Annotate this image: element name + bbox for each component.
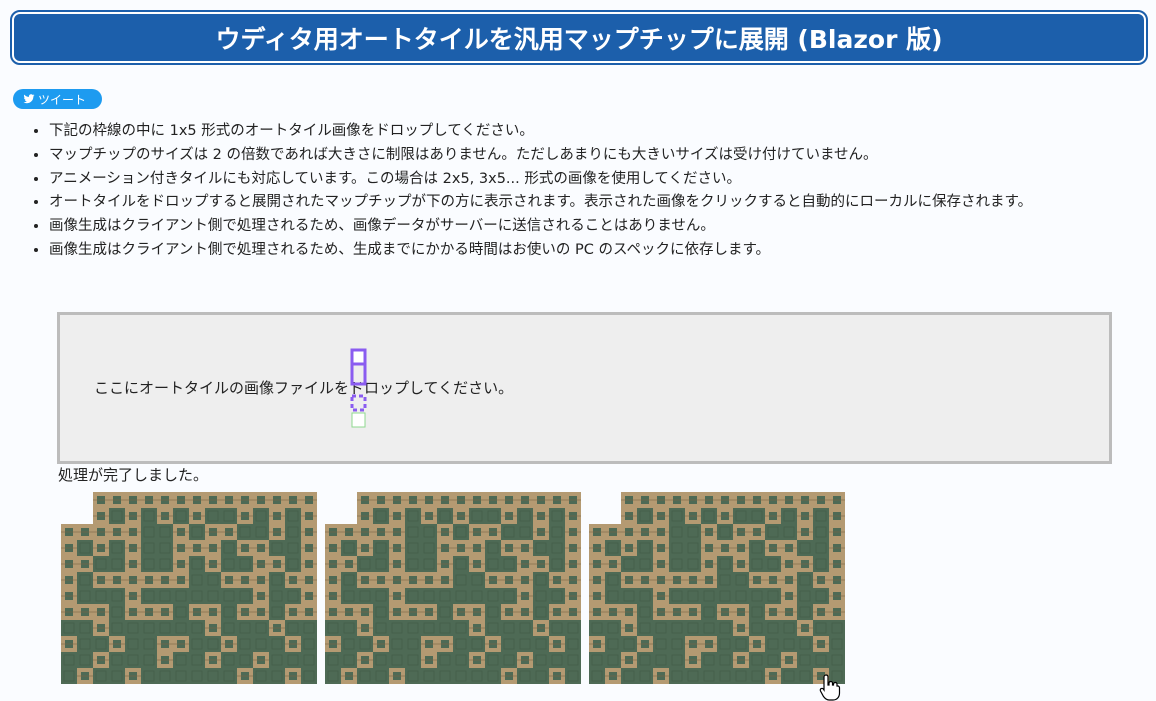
- page-title-text: ウディタ用オートタイルを汎用マップチップに展開 (Blazor 版): [215, 24, 943, 54]
- status-message: 処理が完了しました。: [58, 466, 209, 484]
- drop-zone-text: ここにオートタイルの画像ファイルをドロップしてください。: [94, 379, 514, 397]
- chip-image-1[interactable]: [61, 492, 317, 684]
- tweet-button[interactable]: ツイート: [13, 89, 102, 109]
- instruction-list: 下記の枠線の中に 1x5 形式のオートタイル画像をドロップしてください。 マップ…: [20, 120, 1032, 263]
- drag-preview-icon: [350, 348, 367, 428]
- instruction-item: オートタイルをドロップすると展開されたマップチップが下の方に表示されます。表示さ…: [49, 191, 1032, 215]
- tweet-label: ツイート: [38, 92, 87, 107]
- generated-chips: [61, 492, 845, 684]
- hand-cursor-icon: [819, 674, 841, 701]
- instruction-item: 画像生成はクライアント側で処理されるため、生成までにかかる時間はお使いの PC …: [49, 239, 1032, 263]
- instruction-item: 画像生成はクライアント側で処理されるため、画像データがサーバーに送信されることは…: [49, 215, 1032, 239]
- drop-zone[interactable]: ここにオートタイルの画像ファイルをドロップしてください。: [57, 312, 1112, 464]
- chip-image-2[interactable]: [325, 492, 581, 684]
- chip-image-3[interactable]: [589, 492, 845, 684]
- twitter-bird-icon: [23, 94, 35, 104]
- instruction-item: アニメーション付きタイルにも対応しています。この場合は 2x5, 3x5... …: [49, 168, 1032, 192]
- instruction-item: マップチップのサイズは 2 の倍数であれば大きさに制限はありません。ただしあまり…: [49, 144, 1032, 168]
- page-title: ウディタ用オートタイルを汎用マップチップに展開 (Blazor 版): [10, 10, 1148, 65]
- instruction-item: 下記の枠線の中に 1x5 形式のオートタイル画像をドロップしてください。: [49, 120, 1032, 144]
